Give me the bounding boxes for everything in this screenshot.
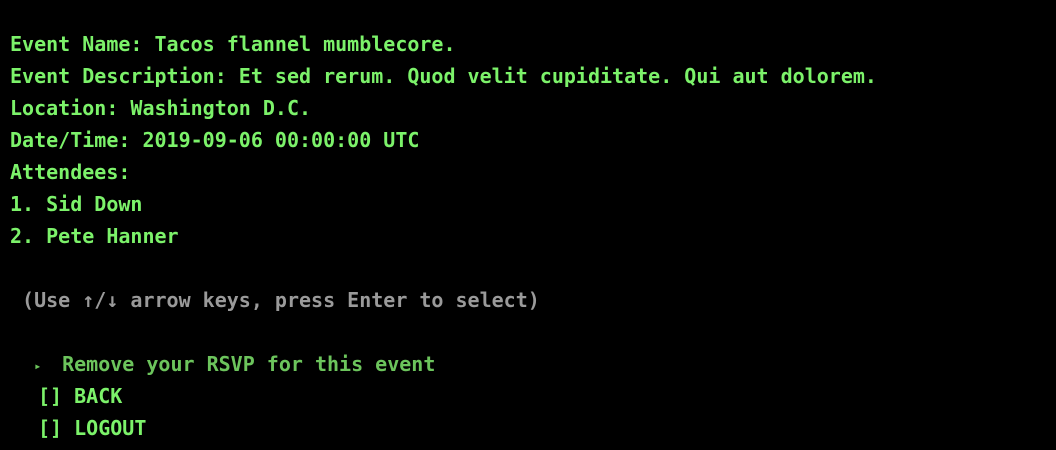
menu-option-logout[interactable]: [] LOGOUT: [38, 412, 146, 444]
event-description-line: Event Description: Et sed rerum. Quod ve…: [10, 64, 877, 88]
menu-option-back[interactable]: [] BACK: [38, 380, 122, 412]
menu-item-label: Remove your RSVP for this event: [62, 352, 436, 376]
attendee-item: 2. Pete Hanner: [10, 224, 179, 248]
attendees-heading: Attendees:: [10, 160, 131, 184]
event-datetime-line: Date/Time: 2019-09-06 00:00:00 UTC: [10, 128, 420, 152]
attendee-item: 1. Sid Down: [10, 192, 143, 216]
event-name-line: Event Name: Tacos flannel mumblecore.: [10, 32, 456, 56]
event-location-line: Location: Washington D.C.: [10, 96, 312, 120]
navigation-hint: (Use ↑/↓ arrow keys, press Enter to sele…: [10, 288, 540, 312]
menu-item-remove-rsvp[interactable]: ▸ Remove your RSVP for this event: [10, 316, 435, 376]
triangle-right-icon: ▸: [34, 359, 42, 373]
